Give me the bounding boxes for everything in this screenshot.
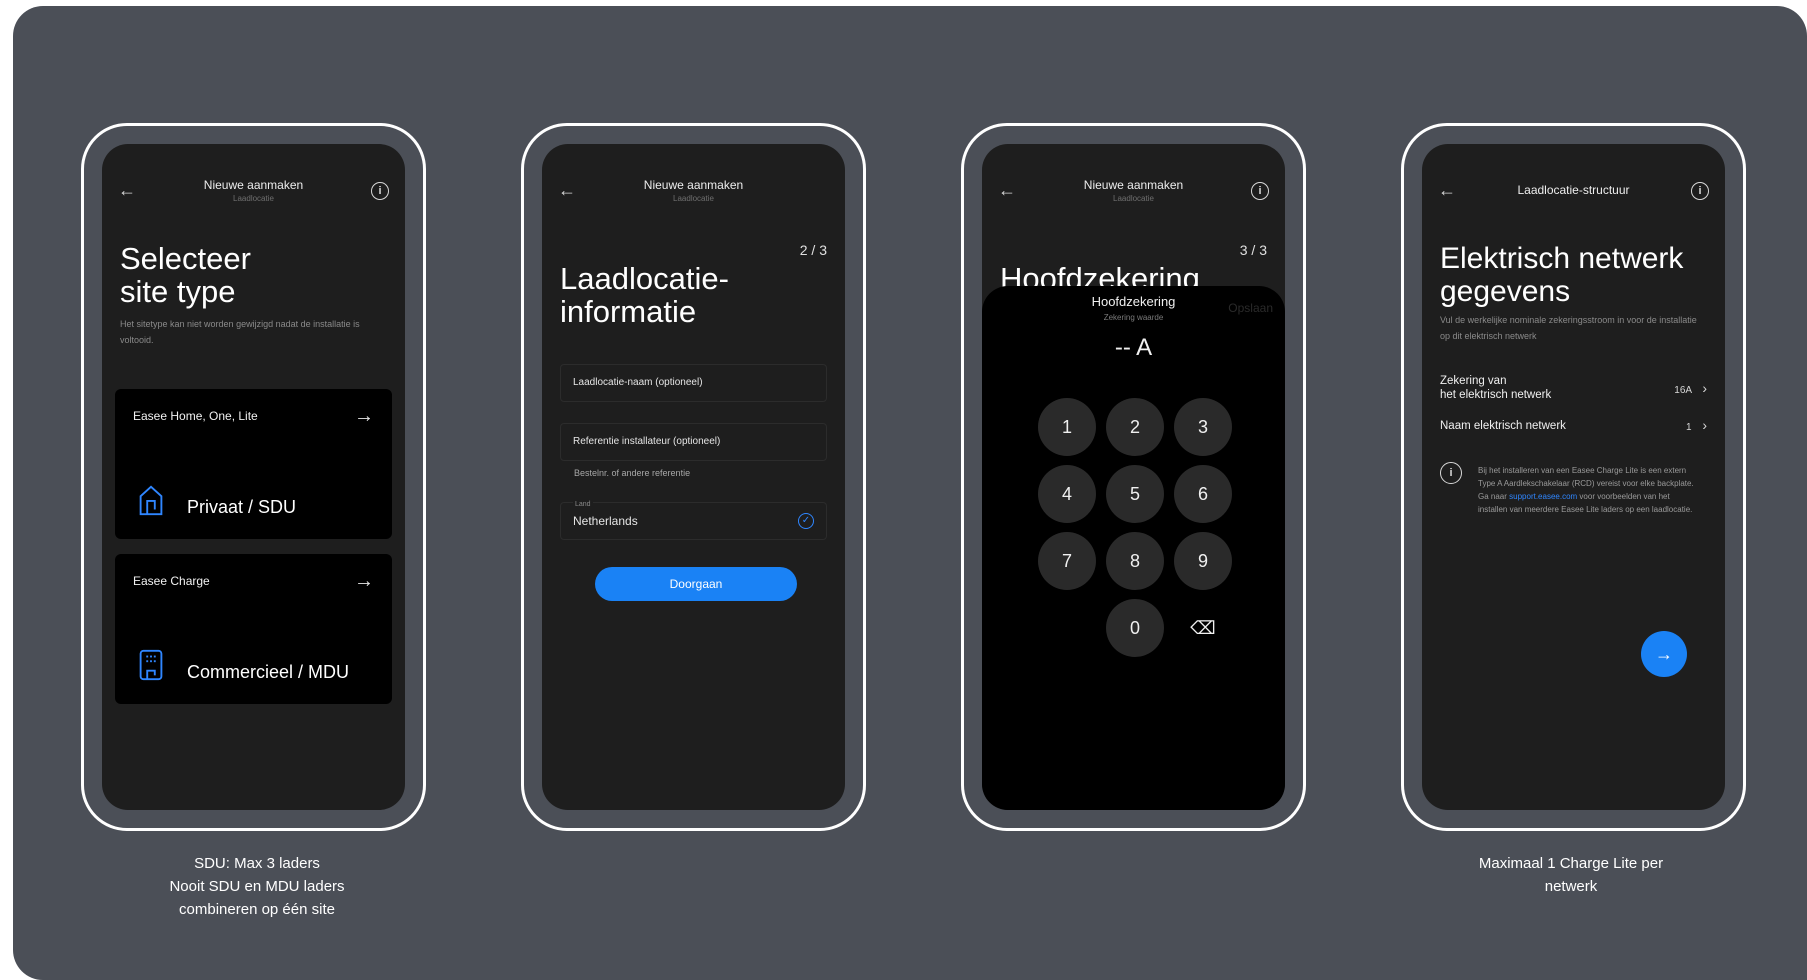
card-title: Privaat / SDU xyxy=(187,497,297,517)
network-name-row[interactable]: Naam elektrisch netwerk xyxy=(1440,419,1566,433)
country-select[interactable]: Land Netherlands ✓ xyxy=(560,501,827,540)
caption-line: combineren op één site xyxy=(179,901,335,918)
phone-site-type: ← Nieuwe aanmaken Laadlocatie i Selectee… xyxy=(81,123,426,831)
top-bar: ← Nieuwe aanmaken Laadlocatie xyxy=(542,176,845,208)
phone-location-info: ← Nieuwe aanmaken Laadlocatie 2 / 3 Laad… xyxy=(521,123,866,831)
page-title: Elektrisch netwerk gegevens xyxy=(1440,242,1683,308)
header-title: Laadlocatie-structuur xyxy=(1517,183,1630,197)
keypad-key[interactable]: 5 xyxy=(1106,465,1164,523)
chevron-right-icon: › xyxy=(1702,417,1707,433)
title-line: gegevens xyxy=(1440,275,1571,308)
caption-line: SDU: Max 3 laders xyxy=(194,855,320,872)
chevron-right-icon: › xyxy=(1702,380,1707,396)
info-icon[interactable]: i xyxy=(1691,182,1709,200)
fuse-value-display: -- A xyxy=(1114,334,1153,361)
row-label-line: Zekering van xyxy=(1440,375,1507,387)
rcd-note: Bij het installeren van een Easee Charge… xyxy=(1478,464,1701,516)
title-line: Laadlocatie- xyxy=(560,261,729,296)
site-type-card-sdu[interactable]: Easee Home, One, Lite → Privaat / SDU xyxy=(115,389,392,539)
keypad-key[interactable]: 7 xyxy=(1038,532,1096,590)
header-title: Nieuwe aanmaken xyxy=(1083,178,1184,192)
next-button[interactable]: → xyxy=(1641,631,1687,677)
keypad-key[interactable]: 6 xyxy=(1174,465,1232,523)
description: Vul de werkelijke nominale zekeringsstro… xyxy=(1440,315,1697,341)
phone-screen: ← Nieuwe aanmaken Laadlocatie 2 / 3 Laad… xyxy=(542,144,845,810)
page-title: Selecteer site type xyxy=(120,242,251,308)
info-icon[interactable]: i xyxy=(371,182,389,200)
keypad-key[interactable]: 4 xyxy=(1038,465,1096,523)
phone-main-fuse: ← Nieuwe aanmaken Laadlocatie i 3 / 3 Ho… xyxy=(961,123,1306,831)
arrow-right-icon: → xyxy=(1655,644,1673,664)
check-circle-icon: ✓ xyxy=(798,513,814,529)
arrow-right-icon: → xyxy=(354,405,374,427)
save-button[interactable]: Opslaan xyxy=(1228,301,1273,315)
country-value: Netherlands xyxy=(573,514,638,528)
title-line: informatie xyxy=(560,294,697,329)
header-subtitle: Laadlocatie xyxy=(673,194,714,203)
caption-line: netwerk xyxy=(1544,878,1598,895)
field-label: Land xyxy=(573,501,593,508)
building-icon xyxy=(139,649,163,681)
support-link[interactable]: support.easee.com xyxy=(1509,492,1577,501)
row-value: 1 xyxy=(1685,422,1692,433)
page-title: Laadlocatie- informatie xyxy=(560,262,729,328)
row-value: 16A xyxy=(1674,385,1692,396)
title-line: Elektrisch netwerk xyxy=(1440,242,1684,275)
info-icon[interactable]: i xyxy=(1251,182,1269,200)
step-indicator: 2 / 3 xyxy=(799,242,827,258)
field-placeholder: Laadlocatie-naam (optioneel) xyxy=(573,377,703,388)
phone-electrical-network: ← Laadlocatie-structuur i Elektrisch net… xyxy=(1401,123,1746,831)
caption-line: Maximaal 1 Charge Lite per xyxy=(1478,855,1664,872)
step-indicator: 3 / 3 xyxy=(1239,242,1267,258)
header-subtitle: Laadlocatie xyxy=(233,194,274,203)
field-helper-text: Bestelnr. of andere referentie xyxy=(574,468,691,478)
card-label: Easee Charge xyxy=(133,574,210,588)
top-bar: ← Nieuwe aanmaken Laadlocatie i xyxy=(102,176,405,208)
row-label-line: het elektrisch netwerk xyxy=(1440,389,1552,401)
phone-screen: ← Nieuwe aanmaken Laadlocatie i Selectee… xyxy=(102,144,405,810)
slide-panel: ← Nieuwe aanmaken Laadlocatie i Selectee… xyxy=(13,6,1807,980)
field-placeholder: Referentie installateur (optioneel) xyxy=(573,436,721,447)
description: Het sitetype kan niet worden gewijzigd n… xyxy=(120,319,360,345)
header-title: Nieuwe aanmaken xyxy=(203,178,304,192)
keypad-key[interactable]: 2 xyxy=(1106,398,1164,456)
caption-left: SDU: Max 3 laders Nooit SDU en MDU lader… xyxy=(107,852,407,921)
house-icon xyxy=(139,485,163,516)
installer-reference-field[interactable]: Referentie installateur (optioneel) xyxy=(560,423,827,461)
keypad-key[interactable]: 9 xyxy=(1174,532,1232,590)
keypad-key[interactable]: 1 xyxy=(1038,398,1096,456)
caption-right: Maximaal 1 Charge Lite per netwerk xyxy=(1421,852,1721,898)
site-type-card-mdu[interactable]: Easee Charge → Commercieel / MDU xyxy=(115,554,392,704)
header-title: Nieuwe aanmaken xyxy=(643,178,744,192)
card-title: Commercieel / MDU xyxy=(187,662,350,682)
fuse-value: 16A › xyxy=(1674,380,1707,396)
location-name-field[interactable]: Laadlocatie-naam (optioneel) xyxy=(560,364,827,402)
top-bar: ← Nieuwe aanmaken Laadlocatie i xyxy=(982,176,1285,208)
info-icon: i xyxy=(1440,462,1462,484)
title-line: Selecteer xyxy=(120,241,251,276)
fuse-row[interactable]: Zekering van het elektrisch netwerk xyxy=(1440,374,1551,402)
header-subtitle: Laadlocatie xyxy=(1113,194,1154,203)
caption-line: Nooit SDU en MDU laders xyxy=(169,878,345,895)
phone-screen: ← Laadlocatie-structuur i Elektrisch net… xyxy=(1422,144,1725,810)
phone-screen: ← Nieuwe aanmaken Laadlocatie i 3 / 3 Ho… xyxy=(982,144,1285,810)
keypad-key[interactable]: 0 xyxy=(1106,599,1164,657)
top-bar: ← Laadlocatie-structuur i xyxy=(1422,176,1725,208)
fuse-input-sheet: Hoofdzekering Zekering waarde Opslaan --… xyxy=(982,286,1285,810)
keypad-key[interactable]: 3 xyxy=(1174,398,1232,456)
keypad-key[interactable]: 8 xyxy=(1106,532,1164,590)
card-label: Easee Home, One, Lite xyxy=(133,409,258,423)
backspace-icon[interactable]: ⌫ xyxy=(1174,599,1232,657)
title-line: site type xyxy=(120,274,236,309)
arrow-right-icon: → xyxy=(354,570,374,592)
continue-button[interactable]: Doorgaan xyxy=(595,567,797,601)
network-name-value: 1 › xyxy=(1686,417,1707,433)
